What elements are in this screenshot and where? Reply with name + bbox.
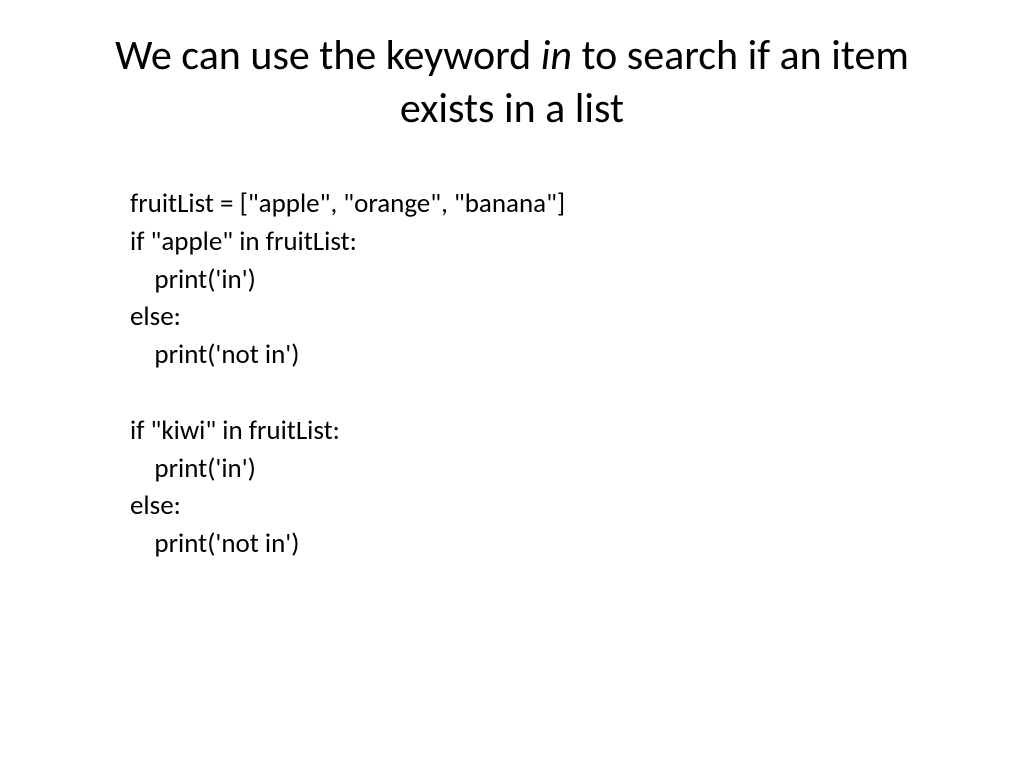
- code-example: fruitList = ["apple", "orange", "banana"…: [130, 185, 954, 563]
- slide-title: We can use the keyword in to search if a…: [70, 30, 954, 135]
- code-line: print('not in'): [130, 338, 299, 371]
- code-line: if "kiwi" in fruitList:: [130, 414, 340, 447]
- code-line: print('in'): [130, 452, 256, 485]
- code-line: else:: [130, 489, 181, 522]
- code-line: print('not in'): [130, 527, 299, 560]
- title-part1: We can use the keyword: [115, 30, 541, 81]
- code-line: if "apple" in fruitList:: [130, 225, 357, 258]
- code-line: print('in'): [130, 263, 256, 296]
- code-line: fruitList = ["apple", "orange", "banana"…: [130, 187, 565, 220]
- title-keyword: in: [541, 30, 572, 81]
- code-line: else:: [130, 300, 181, 333]
